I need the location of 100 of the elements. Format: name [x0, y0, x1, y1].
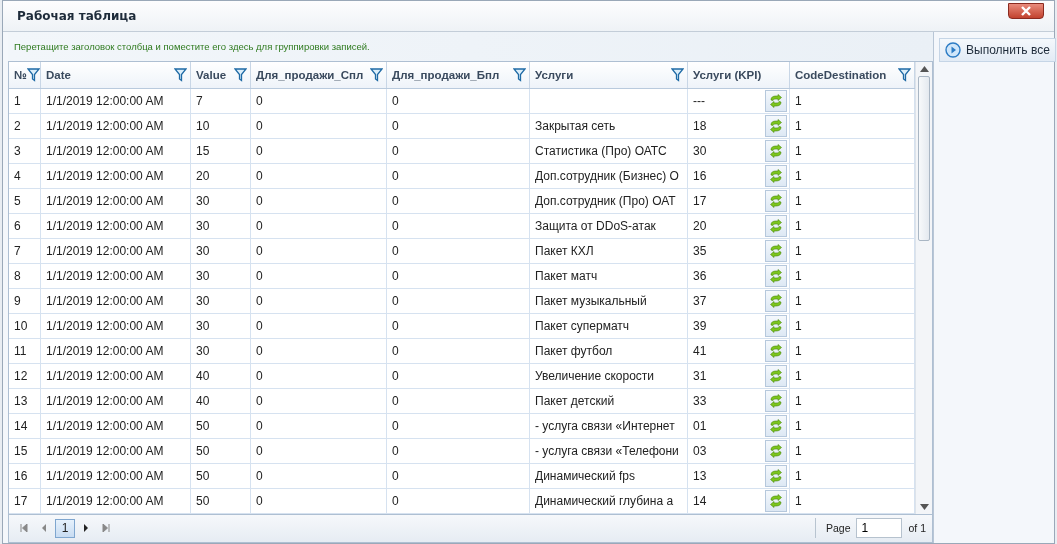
table-cell: 30 — [693, 143, 707, 158]
table-cell: 41 — [693, 343, 707, 358]
close-button[interactable] — [1008, 3, 1044, 19]
table-cell: 1 — [795, 193, 802, 208]
scroll-thumb[interactable] — [918, 75, 930, 241]
table-cell: 30 — [196, 218, 210, 233]
table-cell: 1/1/2019 12:00:00 AM — [46, 118, 164, 133]
table-cell: 0 — [256, 493, 263, 508]
table-cell: 1/1/2019 12:00:00 AM — [46, 493, 164, 508]
table-cell: 1/1/2019 12:00:00 AM — [46, 168, 164, 183]
column-header[interactable]: Услуги — [530, 61, 688, 88]
scrollbar[interactable] — [915, 61, 932, 514]
filter-icon[interactable] — [26, 67, 40, 82]
refresh-button[interactable] — [765, 164, 787, 187]
table-cell: 12 — [14, 368, 28, 383]
table-cell: 01 — [693, 418, 707, 433]
refresh-button[interactable] — [765, 339, 787, 362]
table-cell: 1 — [795, 293, 802, 308]
refresh-icon — [769, 393, 783, 408]
table-cell: Пакет музыкальный — [535, 293, 647, 308]
next-page-icon — [83, 524, 89, 533]
table-cell: 33 — [693, 393, 707, 408]
refresh-button[interactable] — [765, 389, 787, 412]
filter-icon[interactable] — [174, 67, 187, 82]
table-cell: 0 — [392, 368, 399, 383]
table-cell: 1 — [795, 468, 802, 483]
table-cell: 0 — [392, 343, 399, 358]
refresh-icon — [769, 493, 783, 508]
table-cell: 1/1/2019 12:00:00 AM — [46, 368, 164, 383]
refresh-button[interactable] — [765, 364, 787, 387]
table-cell: 1 — [795, 218, 802, 233]
filter-icon[interactable] — [513, 67, 526, 82]
table-cell: Динамический глубина а — [535, 493, 674, 508]
table-cell: 4 — [14, 168, 21, 183]
table-cell: 1/1/2019 12:00:00 AM — [46, 443, 164, 458]
window-title: Рабочая таблица — [17, 9, 137, 23]
refresh-button[interactable] — [765, 289, 787, 312]
refresh-button[interactable] — [765, 314, 787, 337]
table-cell: 0 — [256, 393, 263, 408]
filter-icon[interactable] — [234, 67, 247, 82]
column-header[interactable]: Date — [41, 61, 191, 88]
table-cell: 1 — [795, 168, 802, 183]
filter-icon[interactable] — [898, 67, 911, 82]
last-page-icon — [102, 524, 110, 533]
filter-icon[interactable] — [671, 67, 684, 82]
column-header[interactable]: Услуги (KPI) — [688, 61, 790, 88]
table-cell: 50 — [196, 468, 210, 483]
table-cell: 1/1/2019 12:00:00 AM — [46, 243, 164, 258]
table-cell: 0 — [256, 343, 263, 358]
table-cell: 11 — [14, 343, 27, 358]
refresh-button[interactable] — [765, 414, 787, 437]
filter-icon[interactable] — [370, 67, 383, 82]
table-cell: Статистика (Про) ОАТС — [535, 143, 667, 158]
table-cell: 30 — [196, 193, 210, 208]
table-cell: 0 — [392, 218, 399, 233]
table-cell: 0 — [392, 468, 399, 483]
play-icon — [945, 42, 961, 58]
scroll-down-icon[interactable] — [919, 503, 929, 510]
table-cell: Пакет футбол — [535, 343, 613, 358]
refresh-button[interactable] — [765, 439, 787, 462]
refresh-button[interactable] — [765, 89, 787, 112]
table-cell: 1 — [14, 93, 21, 108]
page-button[interactable]: 1 — [55, 519, 75, 538]
column-header[interactable]: Value — [191, 61, 251, 88]
refresh-button[interactable] — [765, 114, 787, 137]
table-cell: 0 — [256, 193, 263, 208]
table-cell: 5 — [14, 193, 21, 208]
run-all-button[interactable]: Выполнить все — [939, 38, 1056, 62]
table-cell: 1 — [795, 443, 802, 458]
table-cell: 0 — [392, 443, 399, 458]
table-cell: --- — [693, 93, 705, 108]
refresh-button[interactable] — [765, 189, 787, 212]
table-cell: 0 — [256, 268, 263, 283]
table-cell: 1 — [795, 318, 802, 333]
table-cell: 6 — [14, 218, 21, 233]
refresh-button[interactable] — [765, 239, 787, 262]
scroll-up-icon[interactable] — [919, 65, 929, 72]
table-cell: 0 — [392, 193, 399, 208]
table-cell: 13 — [693, 468, 707, 483]
table-cell: 50 — [196, 443, 210, 458]
table-cell: 0 — [256, 318, 263, 333]
column-header[interactable]: № — [9, 61, 41, 88]
refresh-icon — [769, 293, 783, 308]
column-header[interactable]: Для_продажи_Бпл — [387, 61, 530, 88]
table-cell: 7 — [14, 243, 21, 258]
table-cell: Доп.сотрудник (Про) ОАТ — [535, 193, 676, 208]
refresh-icon — [769, 193, 783, 208]
table-cell: 1/1/2019 12:00:00 AM — [46, 468, 164, 483]
table-cell: 0 — [256, 243, 263, 258]
page-input[interactable]: 1 — [856, 518, 903, 539]
column-header[interactable]: Для_продажи_Спл — [251, 61, 387, 88]
refresh-button[interactable] — [765, 464, 787, 487]
table-cell: 15 — [14, 443, 28, 458]
first-page-icon — [20, 524, 28, 533]
table-cell: 50 — [196, 493, 210, 508]
refresh-button[interactable] — [765, 139, 787, 162]
refresh-button[interactable] — [765, 264, 787, 287]
refresh-button[interactable] — [765, 214, 787, 237]
table-cell: 14 — [693, 493, 707, 508]
refresh-button[interactable] — [765, 489, 787, 512]
